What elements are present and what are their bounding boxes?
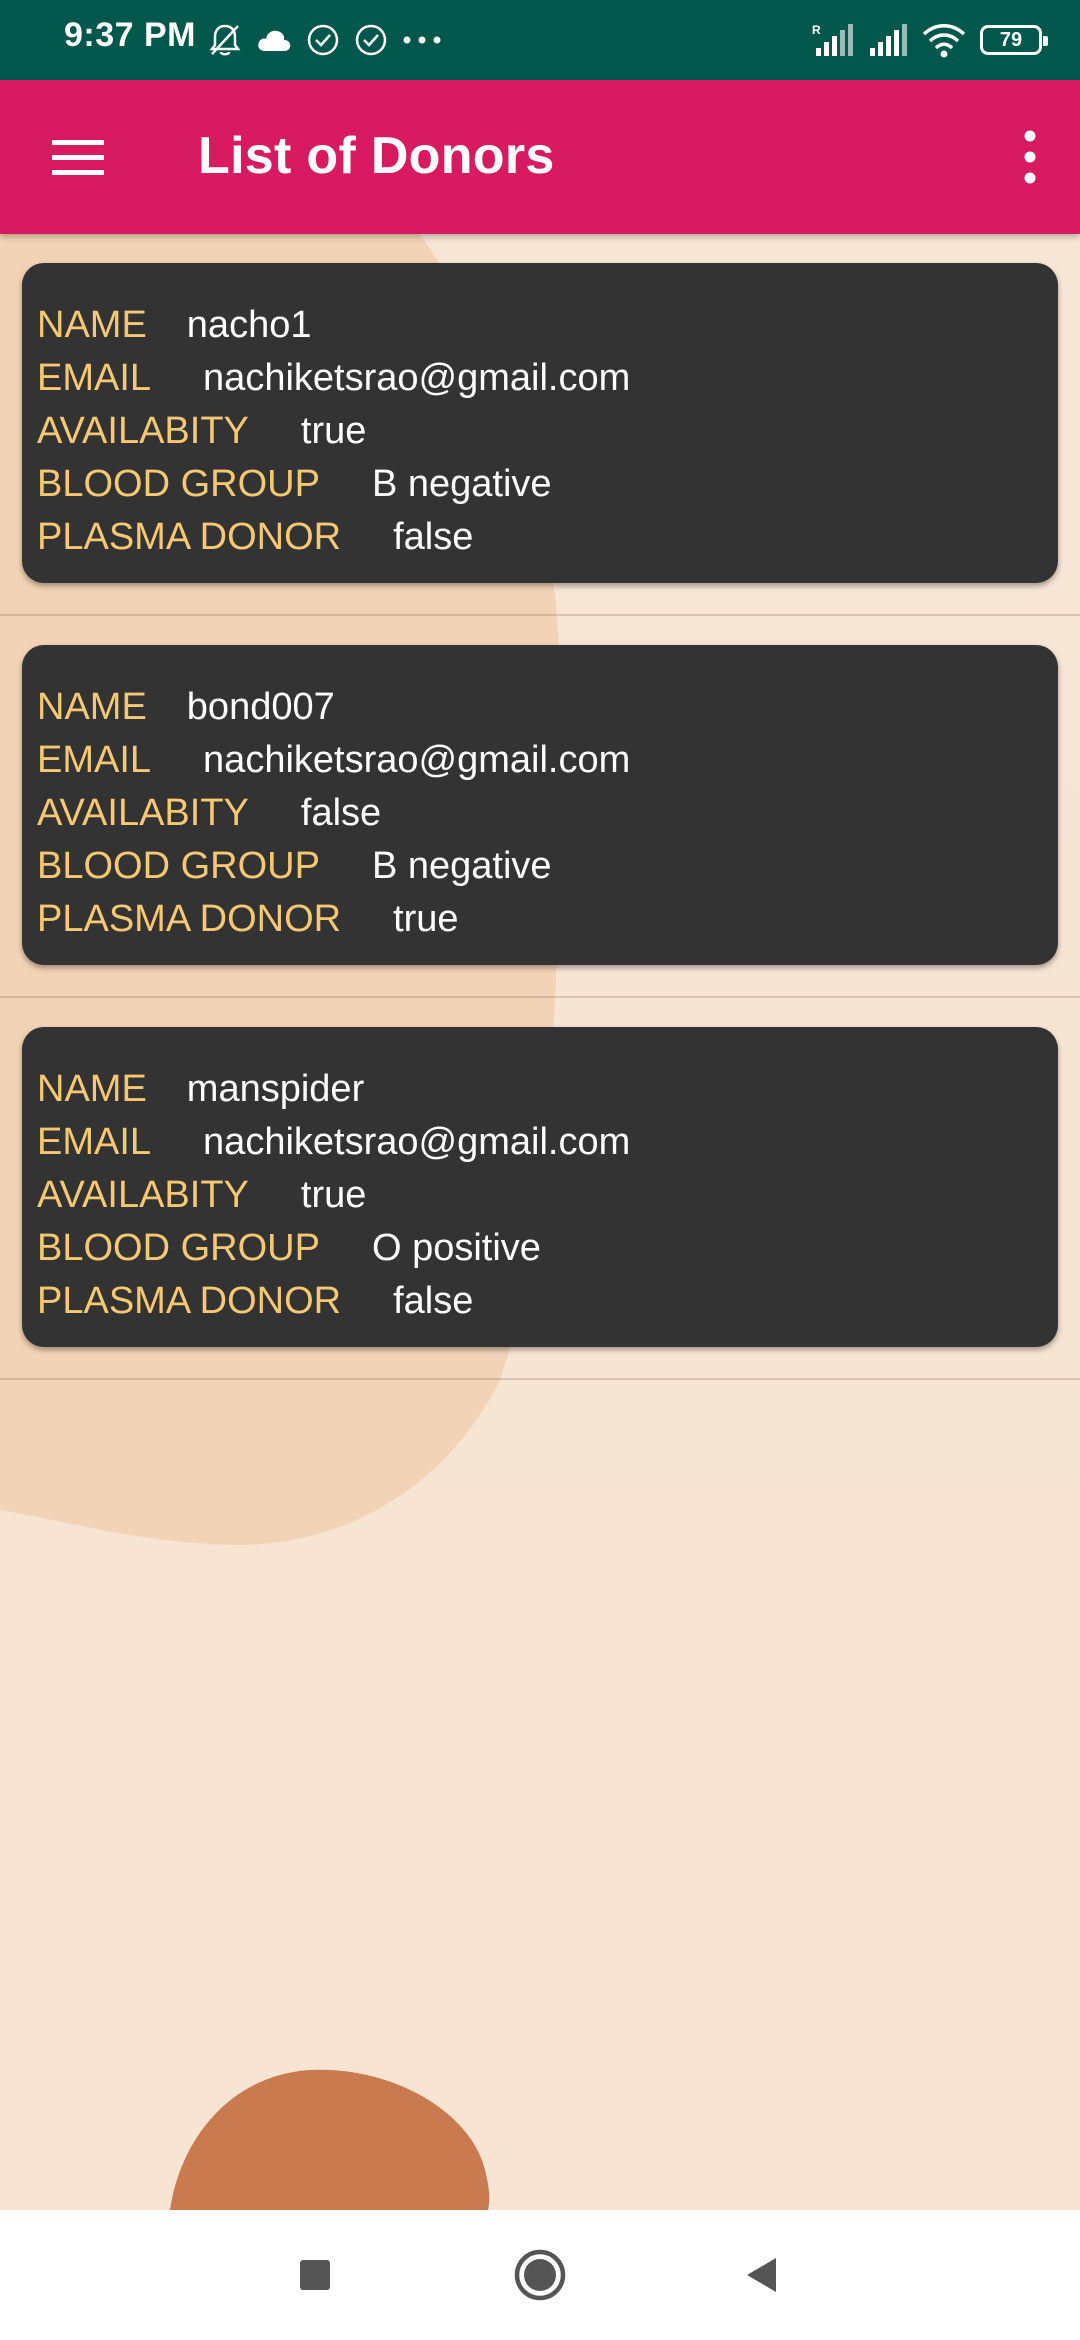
donor-plasma-value: false: [393, 1280, 474, 1322]
email-label: EMAIL: [37, 357, 152, 399]
status-system-icons: R 79: [812, 18, 1048, 62]
email-label: EMAIL: [37, 739, 152, 781]
donor-plasma-value: true: [393, 898, 459, 940]
back-triangle-icon: [747, 2258, 776, 2292]
home-button[interactable]: [480, 2210, 600, 2340]
list-item[interactable]: NAME nacho1 EMAIL nachiketsrao@gmail.com A…: [0, 234, 1080, 616]
menu-button[interactable]: [38, 124, 116, 190]
battery-icon: 79: [980, 25, 1048, 55]
status-bar: 9:37 PM R 79: [0, 0, 1080, 80]
availability-label: AVAILABITY: [37, 410, 249, 452]
donor-blood-group-value: B negative: [371, 463, 552, 505]
blood-group-label: BLOOD GROUP: [37, 1227, 320, 1269]
overflow-menu-button[interactable]: [1000, 120, 1060, 194]
donor-blood-group-value: O positive: [371, 1227, 541, 1269]
donor-availability-row: AVAILABITY true: [37, 405, 1043, 458]
donor-plasma-row: PLASMA DONOR false: [37, 511, 1043, 564]
svg-text:R: R: [812, 23, 821, 37]
donor-email-value: nachiketsrao@gmail.com: [203, 1121, 631, 1163]
wifi-icon: [922, 24, 966, 58]
donor-name-row: NAME bond007: [37, 681, 1043, 734]
donor-blood-group-row: BLOOD GROUP B negative: [37, 840, 1043, 893]
donor-availability-value: false: [300, 792, 382, 834]
donor-plasma-value: false: [393, 516, 474, 558]
more-vertical-icon: [1024, 130, 1036, 184]
email-label: EMAIL: [37, 1121, 152, 1163]
donor-list[interactable]: NAME nacho1 EMAIL nachiketsrao@gmail.com A…: [0, 234, 1080, 1380]
hamburger-menu-icon: [52, 140, 104, 175]
donor-availability-row: AVAILABITY false: [37, 787, 1043, 840]
recents-square-icon: [300, 2260, 330, 2290]
bell-off-icon: [209, 24, 241, 56]
plasma-donor-label: PLASMA DONOR: [37, 898, 342, 940]
donor-card[interactable]: NAME manspider EMAIL nachiketsrao@gmail.co…: [22, 1027, 1058, 1347]
page-title: List of Donors: [198, 127, 555, 185]
availability-label: AVAILABITY: [37, 1174, 249, 1216]
home-circle-icon: [514, 2249, 566, 2301]
donor-email-value: nachiketsrao@gmail.com: [203, 357, 631, 399]
donor-blood-group-row: BLOOD GROUP O positive: [37, 1222, 1043, 1275]
donor-email-value: nachiketsrao@gmail.com: [203, 739, 631, 781]
donor-name-value: manspider: [186, 1068, 365, 1110]
app-bar: List of Donors: [0, 80, 1080, 234]
more-dots-icon: [403, 36, 441, 44]
status-notification-icons: [208, 18, 442, 62]
donor-card[interactable]: NAME nacho1 EMAIL nachiketsrao@gmail.com A…: [22, 263, 1058, 583]
donor-availability-value: true: [300, 410, 367, 452]
donor-plasma-row: PLASMA DONOR true: [37, 893, 1043, 946]
donor-email-row: EMAIL nachiketsrao@gmail.com: [37, 352, 1043, 405]
cloud-icon: [258, 30, 291, 51]
navigation-bar: [0, 2210, 1080, 2340]
donor-blood-group-row: BLOOD GROUP B negative: [37, 458, 1043, 511]
donor-email-row: EMAIL nachiketsrao@gmail.com: [37, 1116, 1043, 1169]
donor-plasma-row: PLASMA DONOR false: [37, 1275, 1043, 1328]
plasma-donor-label: PLASMA DONOR: [37, 516, 342, 558]
plasma-donor-label: PLASMA DONOR: [37, 1280, 342, 1322]
name-label: NAME: [37, 686, 147, 728]
signal-r-icon: R: [812, 23, 853, 56]
donor-card[interactable]: NAME bond007 EMAIL nachiketsrao@gmail.com …: [22, 645, 1058, 965]
donor-availability-row: AVAILABITY true: [37, 1169, 1043, 1222]
recents-button[interactable]: [255, 2210, 375, 2340]
check-circle-icon: [355, 24, 387, 56]
signal-icon: [870, 24, 907, 56]
donor-name-value: bond007: [186, 686, 335, 728]
check-circle-icon: [307, 24, 339, 56]
blood-group-label: BLOOD GROUP: [37, 845, 320, 887]
list-item[interactable]: NAME bond007 EMAIL nachiketsrao@gmail.com …: [0, 616, 1080, 998]
status-time: 9:37 PM: [64, 16, 196, 54]
donor-name-value: nacho1: [186, 304, 312, 346]
list-item[interactable]: NAME manspider EMAIL nachiketsrao@gmail.co…: [0, 998, 1080, 1380]
name-label: NAME: [37, 304, 147, 346]
donor-email-row: EMAIL nachiketsrao@gmail.com: [37, 734, 1043, 787]
donor-availability-value: true: [300, 1174, 367, 1216]
availability-label: AVAILABITY: [37, 792, 249, 834]
battery-level: 79: [999, 28, 1023, 51]
name-label: NAME: [37, 1068, 147, 1110]
donor-blood-group-value: B negative: [371, 845, 552, 887]
donor-name-row: NAME nacho1: [37, 299, 1043, 352]
donor-name-row: NAME manspider: [37, 1063, 1043, 1116]
blood-group-label: BLOOD GROUP: [37, 463, 320, 505]
back-button[interactable]: [702, 2210, 822, 2340]
